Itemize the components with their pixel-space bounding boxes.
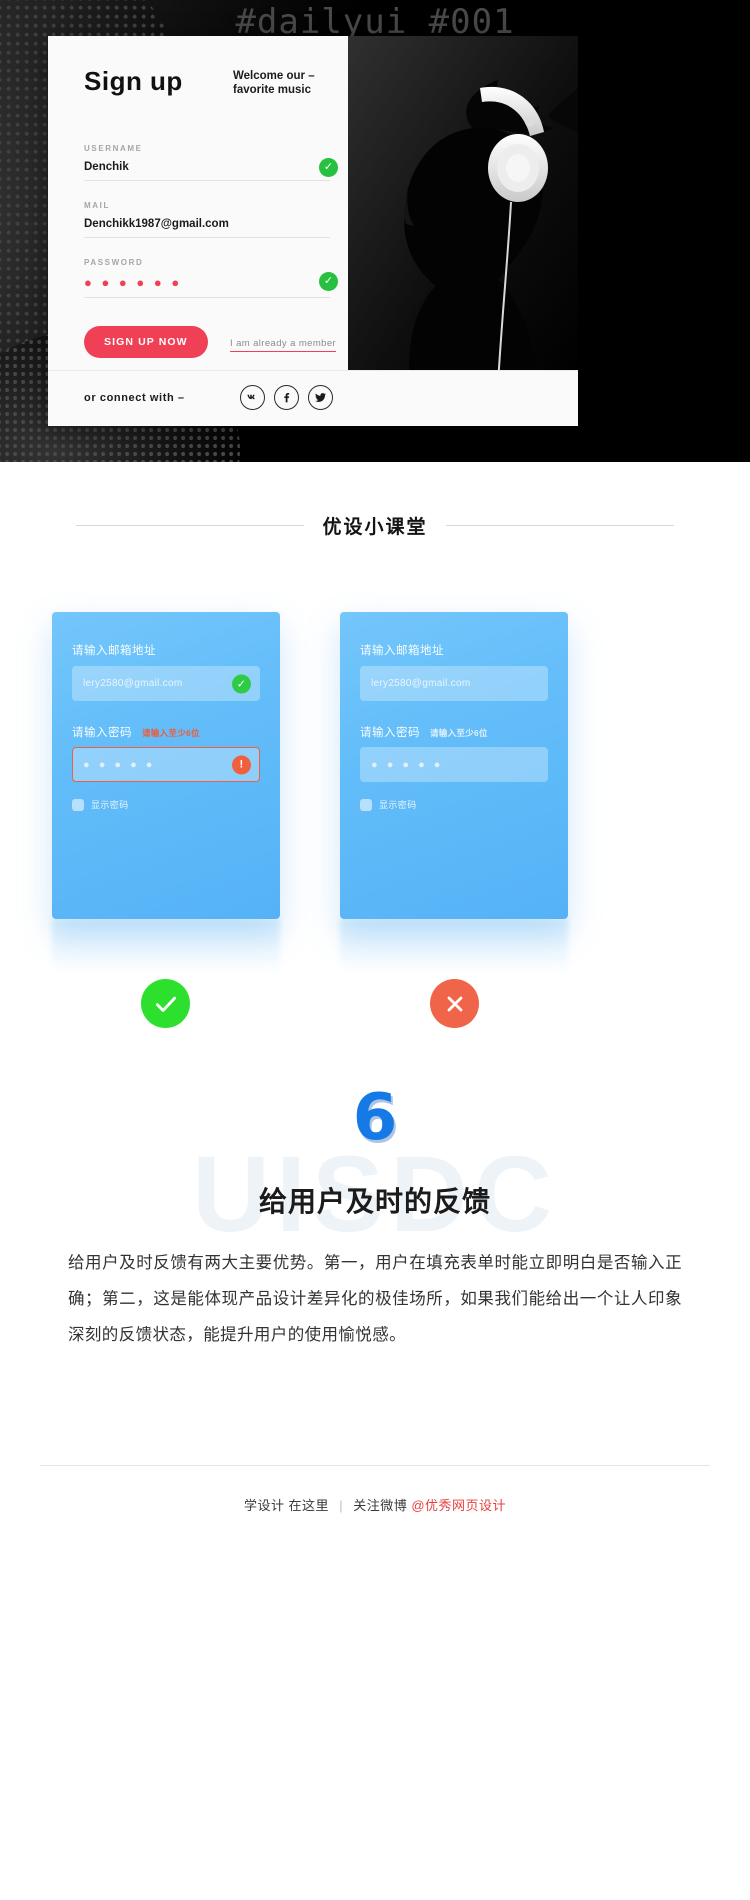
footer: 学设计 在这里 | 关注微博 @优秀网页设计 bbox=[0, 1495, 750, 1514]
section-title: 优设小课堂 bbox=[0, 512, 750, 539]
mail-field-group: MAIL Denchikk1987@gmail.com bbox=[84, 201, 330, 238]
hero-section: #dailyui #001 Sign up Welcome our – favo… bbox=[0, 0, 750, 462]
right-password-input[interactable]: ● ● ● ● ● bbox=[360, 747, 548, 782]
password-input[interactable]: ● ● ● ● ● ● bbox=[84, 275, 330, 298]
mail-label: MAIL bbox=[84, 201, 110, 210]
signup-actions: SIGN UP NOW I am already a member bbox=[84, 326, 364, 358]
section-title-text: 优设小课堂 bbox=[322, 516, 428, 538]
social-buttons bbox=[240, 385, 333, 410]
article-number: 6 bbox=[352, 1081, 398, 1155]
article-heading: 给用户及时的反馈 bbox=[258, 1186, 491, 1217]
connect-with-label: or connect with – bbox=[84, 392, 185, 404]
signup-card: Sign up Welcome our – favorite music USE… bbox=[48, 36, 578, 426]
cross-glyph bbox=[447, 996, 462, 1011]
right-email-value: lery2580@gmail.com bbox=[371, 678, 471, 689]
left-password-input[interactable]: ● ● ● ● ● ! bbox=[72, 747, 260, 782]
example-card-without-feedback: 请输入邮箱地址 lery2580@gmail.com 请输入密码 请输入至少6位… bbox=[340, 612, 568, 919]
twitter-glyph bbox=[315, 393, 327, 402]
left-password-value: ● ● ● ● ● bbox=[83, 758, 156, 771]
right-show-password-row[interactable]: 显示密码 bbox=[360, 798, 417, 811]
example-card-with-feedback: 请输入邮箱地址 lery2580@gmail.com ✓ 请输入密码 请输入至少… bbox=[52, 612, 280, 919]
page-root: #dailyui #001 Sign up Welcome our – favo… bbox=[0, 0, 750, 1900]
sign-up-now-button[interactable]: SIGN UP NOW bbox=[84, 326, 208, 358]
username-label: USERNAME bbox=[84, 144, 143, 153]
footer-divider bbox=[40, 1465, 710, 1466]
silhouette-graphic bbox=[348, 36, 578, 384]
vk-glyph bbox=[247, 394, 255, 400]
check-glyph bbox=[155, 996, 176, 1012]
vk-icon[interactable] bbox=[240, 385, 265, 410]
password-label: PASSWORD bbox=[84, 258, 144, 267]
card-reflection-right bbox=[340, 919, 568, 973]
article-body: 给用户及时反馈有两大主要优势。第一，用户在填充表单时能立即明白是否输入正确；第二… bbox=[68, 1254, 682, 1344]
section-title-rule-left bbox=[76, 525, 305, 526]
card-reflection-left bbox=[52, 919, 280, 973]
already-member-link[interactable]: I am already a member bbox=[230, 338, 337, 352]
left-show-password-checkbox[interactable] bbox=[72, 798, 84, 811]
right-email-input[interactable]: lery2580@gmail.com bbox=[360, 666, 548, 701]
right-password-label: 请输入密码 bbox=[360, 727, 420, 739]
password-field-group: PASSWORD ● ● ● ● ● ● ✓ bbox=[84, 258, 338, 298]
right-password-value: ● ● ● ● ● bbox=[371, 758, 444, 771]
headphone-portrait-image bbox=[348, 36, 578, 384]
left-show-password-row[interactable]: 显示密码 bbox=[72, 798, 129, 811]
left-email-valid-icon: ✓ bbox=[232, 674, 251, 693]
footer-left-text: 学设计 在这里 bbox=[243, 1498, 330, 1513]
footer-account-link[interactable]: @优秀网页设计 bbox=[411, 1498, 506, 1513]
password-valid-icon: ✓ bbox=[319, 272, 338, 291]
username-input[interactable]: Denchik bbox=[84, 161, 330, 181]
mail-input[interactable]: Denchikk1987@gmail.com bbox=[84, 218, 330, 238]
left-password-hint: 请输入至少6位 bbox=[142, 728, 200, 738]
social-connect-bar: or connect with – bbox=[48, 370, 578, 426]
right-show-password-label: 显示密码 bbox=[379, 800, 417, 810]
welcome-tagline: Welcome our – favorite music bbox=[233, 70, 315, 96]
page-title: Sign up bbox=[84, 66, 183, 96]
twitter-icon[interactable] bbox=[308, 385, 333, 410]
facebook-glyph bbox=[284, 393, 290, 403]
signup-form-panel: Sign up Welcome our – favorite music USE… bbox=[48, 36, 368, 426]
check-icon bbox=[141, 979, 190, 1028]
left-password-error-icon: ! bbox=[232, 755, 251, 774]
right-show-password-checkbox[interactable] bbox=[360, 798, 372, 811]
left-password-label: 请输入密码 bbox=[72, 727, 132, 739]
left-email-input[interactable]: lery2580@gmail.com ✓ bbox=[72, 666, 260, 701]
footer-middle-text: 关注微博 bbox=[353, 1498, 408, 1513]
left-email-value: lery2580@gmail.com bbox=[83, 678, 183, 689]
section-title-rule-right bbox=[445, 525, 674, 526]
username-valid-icon: ✓ bbox=[319, 158, 338, 177]
footer-separator: | bbox=[339, 1498, 344, 1513]
right-email-label: 请输入邮箱地址 bbox=[360, 645, 444, 657]
cross-icon bbox=[430, 979, 479, 1028]
left-email-label: 请输入邮箱地址 bbox=[72, 645, 156, 657]
left-show-password-label: 显示密码 bbox=[91, 800, 129, 810]
facebook-icon[interactable] bbox=[274, 385, 299, 410]
username-field-group: USERNAME Denchik ✓ bbox=[84, 144, 338, 181]
right-password-hint: 请输入至少6位 bbox=[430, 728, 488, 738]
